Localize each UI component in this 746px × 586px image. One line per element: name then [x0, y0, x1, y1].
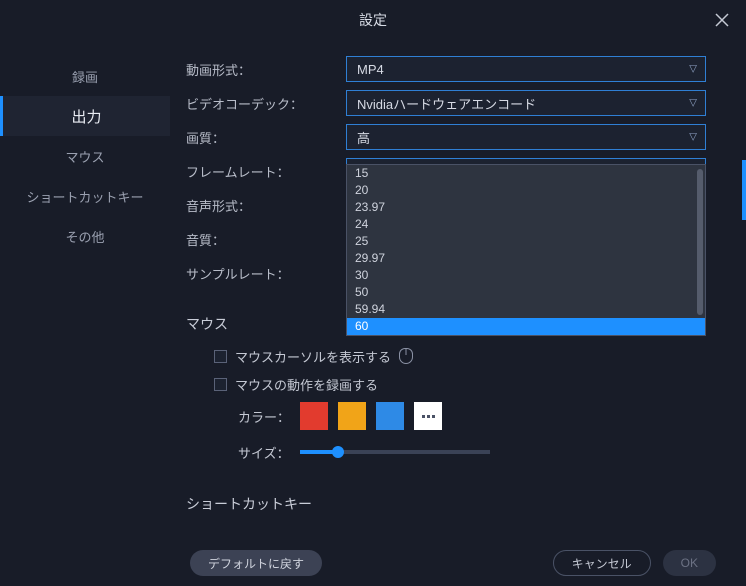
chevron-down-icon: ▽: [689, 132, 697, 143]
size-slider[interactable]: [300, 450, 490, 454]
close-button[interactable]: [710, 8, 734, 32]
frame-rate-option[interactable]: 24: [347, 216, 705, 233]
frame-rate-option[interactable]: 60: [347, 318, 705, 335]
default-button[interactable]: デフォルトに戻す: [190, 550, 322, 576]
label-sample-rate: サンプルレート：: [186, 264, 346, 283]
label-video-format: 動画形式：: [186, 60, 346, 79]
select-video-quality[interactable]: 高 ▽: [346, 124, 706, 150]
color-swatch-1[interactable]: [300, 402, 328, 430]
frame-rate-option[interactable]: 29.97: [347, 250, 705, 267]
sidebar: 録画 出力 マウス ショートカットキー その他: [0, 40, 170, 540]
select-video-format[interactable]: MP4 ▽: [346, 56, 706, 82]
label-audio-format: 音声形式：: [186, 196, 346, 215]
label-size: サイズ：: [238, 443, 290, 462]
main-panel: 動画形式： MP4 ▽ ビデオコーデック： Nvidiaハードウェアエンコード …: [170, 40, 746, 540]
checkbox-record-actions[interactable]: [214, 378, 227, 391]
checkbox-show-cursor[interactable]: [214, 350, 227, 363]
label-audio-quality: 音質：: [186, 230, 346, 249]
frame-rate-option[interactable]: 15: [347, 165, 705, 182]
slider-thumb[interactable]: [332, 446, 344, 458]
frame-rate-option[interactable]: 30: [347, 267, 705, 284]
chevron-down-icon: ▽: [689, 98, 697, 109]
label-color: カラー：: [238, 407, 290, 426]
label-show-cursor: マウスカーソルを表示する: [235, 347, 391, 366]
color-swatch-2[interactable]: [338, 402, 366, 430]
dropdown-scrollbar[interactable]: [697, 169, 703, 315]
sidebar-item-other[interactable]: その他: [0, 216, 170, 256]
sidebar-item-output[interactable]: 出力: [0, 96, 170, 136]
select-video-format-value: MP4: [357, 62, 384, 77]
scroll-indicator: [742, 160, 746, 220]
label-video-codec: ビデオコーデック：: [186, 94, 346, 113]
cancel-button[interactable]: キャンセル: [553, 550, 651, 576]
sidebar-item-mouse[interactable]: マウス: [0, 136, 170, 176]
frame-rate-option[interactable]: 25: [347, 233, 705, 250]
label-video-quality: 画質：: [186, 128, 346, 147]
color-more-button[interactable]: [414, 402, 442, 430]
mouse-icon: [399, 348, 413, 364]
frame-rate-option[interactable]: 50: [347, 284, 705, 301]
sidebar-item-record[interactable]: 録画: [0, 56, 170, 96]
frame-rate-option[interactable]: 23.97: [347, 199, 705, 216]
section-shortcut-header: ショートカットキー: [186, 494, 706, 514]
frame-rate-option[interactable]: 20: [347, 182, 705, 199]
sidebar-item-shortcut[interactable]: ショートカットキー: [0, 176, 170, 216]
ok-button[interactable]: OK: [663, 550, 716, 576]
select-video-codec[interactable]: Nvidiaハードウェアエンコード ▽: [346, 90, 706, 116]
select-video-codec-value: Nvidiaハードウェアエンコード: [357, 94, 536, 113]
select-video-quality-value: 高: [357, 128, 370, 147]
label-record-actions: マウスの動作を録画する: [235, 375, 378, 394]
frame-rate-option[interactable]: 59.94: [347, 301, 705, 318]
color-swatch-3[interactable]: [376, 402, 404, 430]
label-frame-rate: フレームレート：: [186, 162, 346, 181]
close-icon: [715, 13, 729, 27]
dialog-title: 設定: [359, 10, 387, 30]
frame-rate-dropdown[interactable]: 152023.97242529.97305059.9460: [346, 164, 706, 336]
chevron-down-icon: ▽: [689, 64, 697, 75]
